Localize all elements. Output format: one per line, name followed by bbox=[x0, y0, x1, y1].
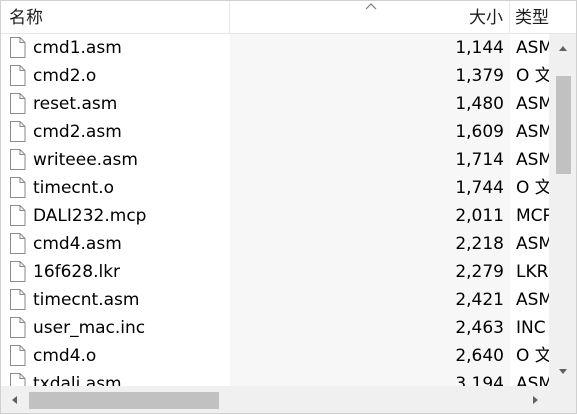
file-size: 2,421 bbox=[455, 290, 504, 310]
file-list-window: 名称 大小 类型 cmd1.asm 1,144 ASM cmd2.o 1,379 O 文 r… bbox=[0, 0, 577, 414]
file-name[interactable]: timecnt.asm bbox=[33, 286, 139, 314]
file-type: ASM bbox=[516, 94, 549, 114]
column-header-name[interactable]: 名称 bbox=[1, 1, 230, 33]
file-name[interactable]: DALI232.mcp bbox=[33, 202, 146, 230]
vertical-scroll-thumb[interactable] bbox=[556, 76, 571, 174]
file-name[interactable]: cmd4.o bbox=[33, 342, 96, 370]
file-name[interactable]: 16f628.lkr bbox=[33, 258, 120, 286]
file-size: 1,379 bbox=[455, 66, 504, 86]
document-file-icon bbox=[10, 149, 26, 170]
file-type: O 文 bbox=[516, 346, 549, 366]
scroll-right-icon[interactable] bbox=[521, 386, 549, 414]
document-file-icon bbox=[10, 317, 26, 338]
file-type: ASM bbox=[516, 150, 549, 170]
file-type: O 文 bbox=[516, 178, 549, 198]
column-header-type[interactable]: 类型 bbox=[510, 1, 576, 33]
file-name[interactable]: txdali.asm bbox=[33, 370, 122, 386]
file-size: 2,463 bbox=[455, 318, 504, 338]
file-row[interactable]: cmd2.o 1,379 O 文 bbox=[1, 62, 549, 90]
file-row[interactable]: reset.asm 1,480 ASM bbox=[1, 90, 549, 118]
file-row[interactable]: writeee.asm 1,714 ASM bbox=[1, 146, 549, 174]
file-type: INC bbox=[516, 318, 546, 338]
file-type: LKR bbox=[516, 262, 549, 282]
file-type: O 文 bbox=[516, 66, 549, 86]
file-row[interactable]: cmd4.o 2,640 O 文 bbox=[1, 342, 549, 370]
file-size: 2,218 bbox=[455, 234, 504, 254]
file-size: 2,279 bbox=[455, 262, 504, 282]
chevron-up-icon bbox=[365, 3, 377, 10]
document-file-icon bbox=[10, 93, 26, 114]
file-size: 3,194 bbox=[455, 374, 504, 386]
file-name[interactable]: writeee.asm bbox=[33, 146, 138, 174]
file-name[interactable]: cmd4.asm bbox=[33, 230, 122, 258]
document-file-icon bbox=[10, 373, 26, 386]
horizontal-scroll-thumb[interactable] bbox=[29, 392, 219, 409]
document-file-icon bbox=[10, 233, 26, 254]
file-type: ASM bbox=[516, 38, 549, 58]
file-size: 1,714 bbox=[455, 150, 504, 170]
document-file-icon bbox=[10, 261, 26, 282]
document-file-icon bbox=[10, 289, 26, 310]
file-name[interactable]: user_mac.inc bbox=[33, 314, 145, 342]
document-file-icon bbox=[10, 177, 26, 198]
document-file-icon bbox=[10, 205, 26, 226]
document-file-icon bbox=[10, 121, 26, 142]
file-row[interactable]: DALI232.mcp 2,011 MCP bbox=[1, 202, 549, 230]
scroll-left-icon[interactable] bbox=[1, 386, 29, 414]
file-name[interactable]: cmd2.asm bbox=[33, 118, 122, 146]
file-row[interactable]: cmd1.asm 1,144 ASM bbox=[1, 34, 549, 62]
column-header: 名称 大小 类型 bbox=[1, 1, 576, 34]
scrollbar-corner bbox=[549, 386, 576, 413]
file-size: 1,609 bbox=[455, 122, 504, 142]
file-name[interactable]: reset.asm bbox=[33, 90, 117, 118]
vertical-scrollbar[interactable] bbox=[549, 34, 577, 386]
file-size: 2,011 bbox=[455, 206, 504, 226]
document-file-icon bbox=[10, 345, 26, 366]
file-type: ASM bbox=[516, 290, 549, 310]
file-size: 1,480 bbox=[455, 94, 504, 114]
file-row[interactable]: cmd4.asm 2,218 ASM bbox=[1, 230, 549, 258]
file-name[interactable]: cmd2.o bbox=[33, 62, 96, 90]
file-type: MCP bbox=[516, 206, 549, 226]
file-row[interactable]: 16f628.lkr 2,279 LKR bbox=[1, 258, 549, 286]
scroll-down-icon[interactable] bbox=[549, 358, 577, 386]
file-size: 1,744 bbox=[455, 178, 504, 198]
horizontal-scrollbar[interactable] bbox=[1, 386, 549, 414]
file-name[interactable]: cmd1.asm bbox=[33, 34, 122, 62]
file-type: ASM bbox=[516, 122, 549, 142]
file-type: ASM bbox=[516, 374, 549, 386]
file-size: 1,144 bbox=[455, 38, 504, 58]
file-row[interactable]: user_mac.inc 2,463 INC bbox=[1, 314, 549, 342]
scroll-up-icon[interactable] bbox=[549, 34, 577, 62]
file-name[interactable]: timecnt.o bbox=[33, 174, 114, 202]
file-row[interactable]: txdali.asm 3,194 ASM bbox=[1, 370, 549, 386]
file-size: 2,640 bbox=[455, 346, 504, 366]
document-file-icon bbox=[10, 65, 26, 86]
document-file-icon bbox=[10, 37, 26, 58]
file-row[interactable]: cmd2.asm 1,609 ASM bbox=[1, 118, 549, 146]
file-row[interactable]: timecnt.o 1,744 O 文 bbox=[1, 174, 549, 202]
file-row[interactable]: timecnt.asm 2,421 ASM bbox=[1, 286, 549, 314]
file-type: ASM bbox=[516, 234, 549, 254]
file-list: cmd1.asm 1,144 ASM cmd2.o 1,379 O 文 reset.asm 1… bbox=[1, 34, 549, 386]
